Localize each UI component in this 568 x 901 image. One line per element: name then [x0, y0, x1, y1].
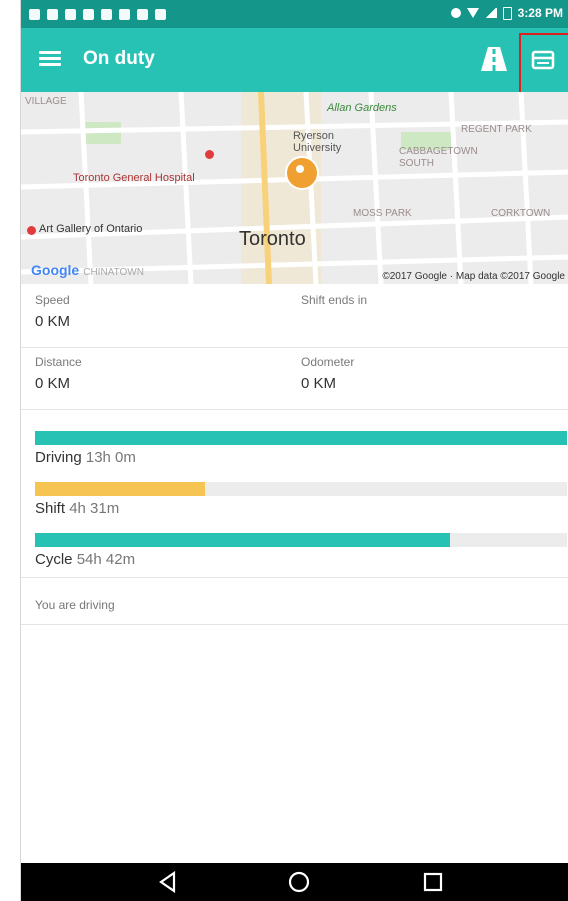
clock: 3:28 PM [517, 6, 563, 20]
current-location-marker-icon[interactable] [285, 156, 319, 190]
wifi-icon [466, 8, 479, 18]
notification-icon [119, 8, 130, 20]
driving-label-row: Driving 13h 0m [35, 449, 136, 466]
distance-block: Distance 0 KM [35, 355, 82, 392]
notification-icon [47, 8, 58, 20]
speed-label: Speed [35, 293, 70, 307]
app-bar: On duty [21, 28, 568, 92]
notification-icon [83, 8, 94, 20]
speed-row: Speed 0 KM Shift ends in [21, 285, 568, 348]
system-nav-bar [21, 863, 568, 901]
driving-progress-bar [35, 431, 567, 445]
highlight-box [519, 33, 568, 99]
notification-icon [155, 8, 166, 20]
cycle-progress-bar [35, 533, 567, 547]
cycle-time: 54h 42m [76, 551, 136, 568]
app-frame: 3:28 PM On duty VILLAGE Allan Gardens Ry… [20, 0, 568, 901]
odometer-value: 0 KM [301, 375, 337, 392]
shift-label-row: Shift 4h 31m [35, 500, 119, 517]
map-label-village: VILLAGE [25, 96, 67, 107]
odometer-label: Odometer [301, 355, 355, 369]
map-label-corktown: CORKTOWN [491, 208, 551, 219]
home-circle-icon[interactable] [285, 869, 313, 895]
sync-icon [450, 8, 461, 18]
notification-icon [65, 8, 76, 20]
shift-progress-fill [35, 482, 206, 496]
system-status: 3:28 PM [450, 6, 563, 20]
speed-block: Speed 0 KM [35, 293, 70, 330]
driving-time: 13h 0m [85, 449, 136, 466]
map-label-allan-gardens: Allan Gardens [327, 102, 397, 114]
map-label-art-gallery: Art Gallery of Ontario [39, 223, 143, 235]
shift-time: 4h 31m [69, 500, 120, 517]
driving-status: You are driving [21, 578, 568, 625]
shift-ends-label: Shift ends in [301, 293, 368, 307]
map-label-cabbagetown: CABBAGETOWN SOUTH [399, 146, 478, 169]
map-label-regent-park: REGENT PARK [461, 124, 532, 135]
google-logo: Google CHINATOWN [31, 262, 144, 278]
duty-status-panel: Driving 13h 0m Shift 4h 31m Cycle 54h 42… [21, 409, 568, 578]
hamburger-menu-icon[interactable] [39, 48, 61, 70]
map-credit: ©2017 Google · Map data ©2017 Google [382, 271, 565, 282]
status-message: You are driving [35, 598, 115, 612]
signal-icon [484, 8, 497, 18]
status-bar: 3:28 PM [21, 0, 568, 28]
recents-square-icon[interactable] [419, 869, 447, 895]
hospital-pin-icon [205, 150, 214, 159]
page-title: On duty [83, 48, 155, 69]
map-label-chinatown: CHINATOWN [83, 267, 144, 278]
map-label-toronto: Toronto [239, 228, 306, 250]
map-label-hospital: Toronto General Hospital [73, 172, 195, 184]
back-triangle-icon[interactable] [154, 869, 182, 895]
driving-progress-fill [35, 431, 567, 445]
cycle-label-row: Cycle 54h 42m [35, 551, 135, 568]
distance-row: Distance 0 KM Odometer 0 KM [21, 347, 568, 410]
notification-icon [101, 8, 112, 20]
map-label-ryerson: Ryerson University [293, 130, 342, 154]
speed-value: 0 KM [35, 313, 71, 330]
road-icon[interactable] [479, 46, 509, 72]
driving-label: Driving [35, 449, 82, 466]
shift-ends-block: Shift ends in [301, 293, 367, 307]
distance-label: Distance [35, 355, 82, 369]
notification-icon [137, 8, 148, 20]
notification-icon [29, 8, 40, 20]
cycle-label: Cycle [35, 551, 73, 568]
map-view[interactable]: VILLAGE Allan Gardens Ryerson University… [21, 92, 568, 284]
shift-label: Shift [35, 500, 66, 517]
shift-progress-bar [35, 482, 567, 496]
odometer-block: Odometer 0 KM [301, 355, 354, 392]
gallery-pin-icon [27, 226, 36, 235]
distance-value: 0 KM [35, 375, 71, 392]
map-label-moss-park: MOSS PARK [353, 208, 412, 219]
notification-icons [29, 6, 166, 22]
cycle-progress-fill [35, 533, 450, 547]
battery-icon [502, 6, 512, 20]
